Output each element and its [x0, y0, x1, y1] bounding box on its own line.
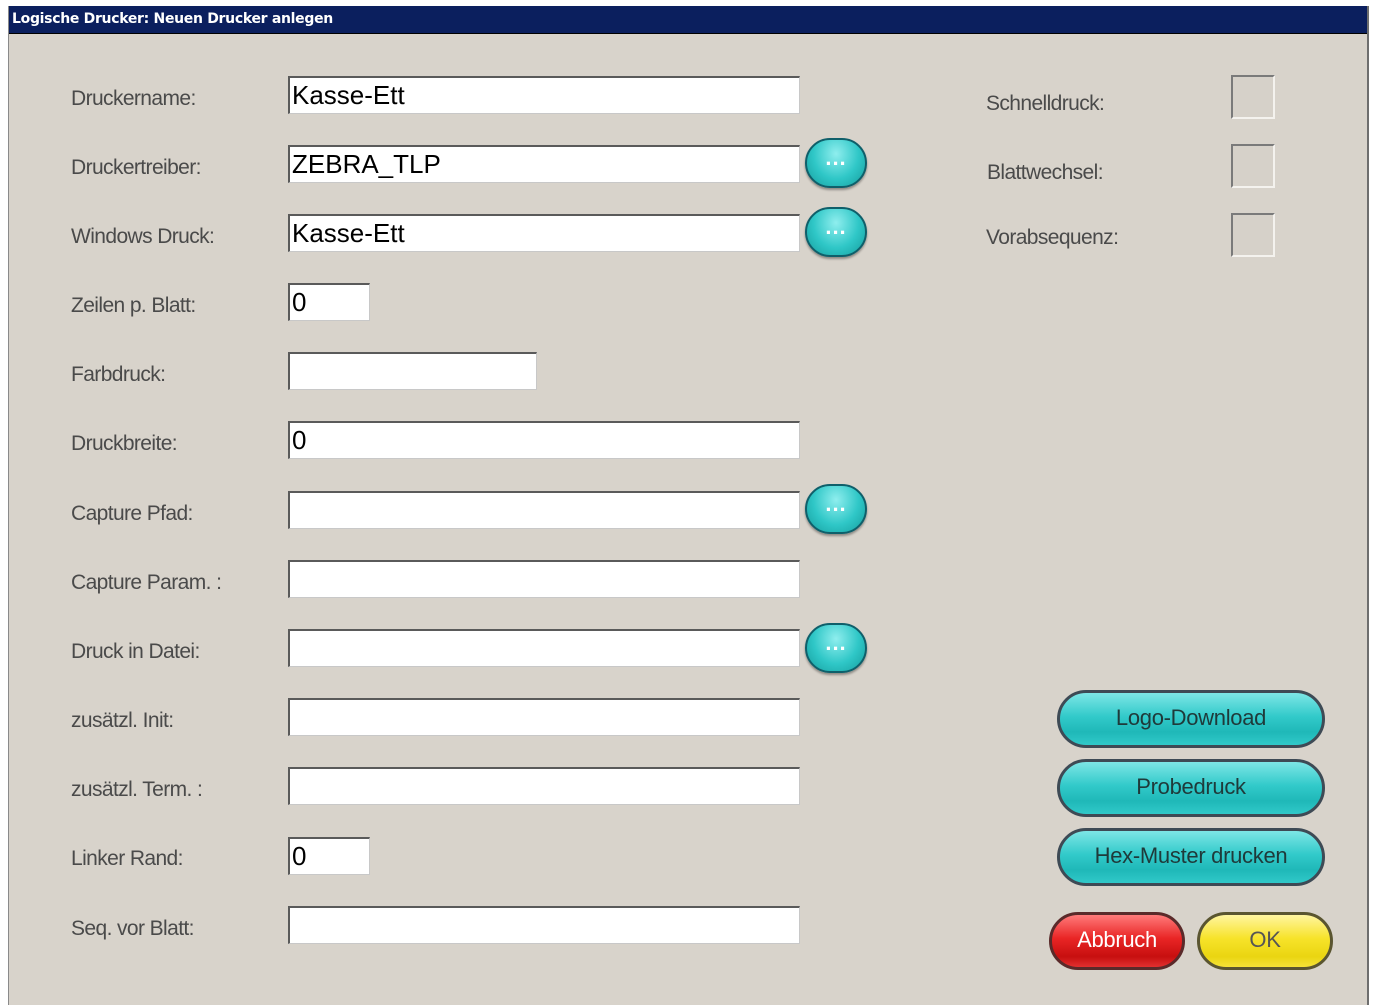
zusaetzl-init-input[interactable]	[288, 698, 800, 736]
windows-druck-browse-button[interactable]: ...	[805, 207, 867, 257]
label-blattwechsel: Blattwechsel:	[987, 161, 1104, 184]
window-title: Logische Drucker: Neuen Drucker anlegen	[12, 11, 333, 27]
logo-download-button[interactable]: Logo-Download	[1057, 690, 1325, 748]
zusaetzl-term-input[interactable]	[288, 767, 800, 805]
druck-in-datei-browse-button[interactable]: ...	[805, 623, 867, 673]
seq-vor-blatt-input[interactable]	[288, 906, 800, 944]
label-windows-druck: Windows Druck:	[71, 225, 215, 248]
label-schnelldruck: Schnelldruck:	[986, 92, 1105, 115]
druckertreiber-browse-button[interactable]: ...	[805, 138, 867, 188]
capture-pfad-input[interactable]	[288, 491, 800, 529]
farbdruck-input[interactable]	[288, 352, 537, 390]
linker-rand-input[interactable]: 0	[288, 837, 370, 875]
capture-pfad-browse-button[interactable]: ...	[805, 484, 867, 534]
title-bar[interactable]: Logische Drucker: Neuen Drucker anlegen	[9, 6, 1367, 34]
druckbreite-input[interactable]: 0	[288, 421, 800, 459]
label-capture-param: Capture Param. :	[71, 571, 222, 594]
label-druckertreiber: Druckertreiber:	[71, 156, 201, 179]
probedruck-button[interactable]: Probedruck	[1057, 759, 1325, 817]
label-zusaetzl-term: zusätzl. Term. :	[71, 778, 203, 801]
dialog-window: Logische Drucker: Neuen Drucker anlegen …	[8, 6, 1369, 1005]
label-vorabsequenz: Vorabsequenz:	[986, 226, 1119, 249]
druckername-input[interactable]: Kasse-Ett	[288, 76, 800, 114]
label-druckername: Druckername:	[71, 87, 196, 110]
capture-param-input[interactable]	[288, 560, 800, 598]
ok-button[interactable]: OK	[1197, 912, 1333, 970]
label-linker-rand: Linker Rand:	[71, 847, 183, 870]
schnelldruck-checkbox[interactable]	[1231, 75, 1275, 119]
label-druckbreite: Druckbreite:	[71, 432, 178, 455]
label-zeilen-p-blatt: Zeilen p. Blatt:	[71, 294, 196, 317]
label-zusaetzl-init: zusätzl. Init:	[71, 709, 174, 732]
label-farbdruck: Farbdruck:	[71, 363, 166, 386]
druckertreiber-input[interactable]: ZEBRA_TLP	[288, 145, 800, 183]
abbruch-button[interactable]: Abbruch	[1049, 912, 1185, 970]
label-capture-pfad: Capture Pfad:	[71, 502, 193, 525]
windows-druck-input[interactable]: Kasse-Ett	[288, 214, 800, 252]
vorabsequenz-checkbox[interactable]	[1231, 213, 1275, 257]
label-seq-vor-blatt: Seq. vor Blatt:	[71, 917, 195, 940]
hex-muster-drucken-button[interactable]: Hex-Muster drucken	[1057, 828, 1325, 886]
label-druck-in-datei: Druck in Datei:	[71, 640, 200, 663]
druck-in-datei-input[interactable]	[288, 629, 800, 667]
zeilen-p-blatt-input[interactable]: 0	[288, 283, 370, 321]
blattwechsel-checkbox[interactable]	[1231, 144, 1275, 188]
